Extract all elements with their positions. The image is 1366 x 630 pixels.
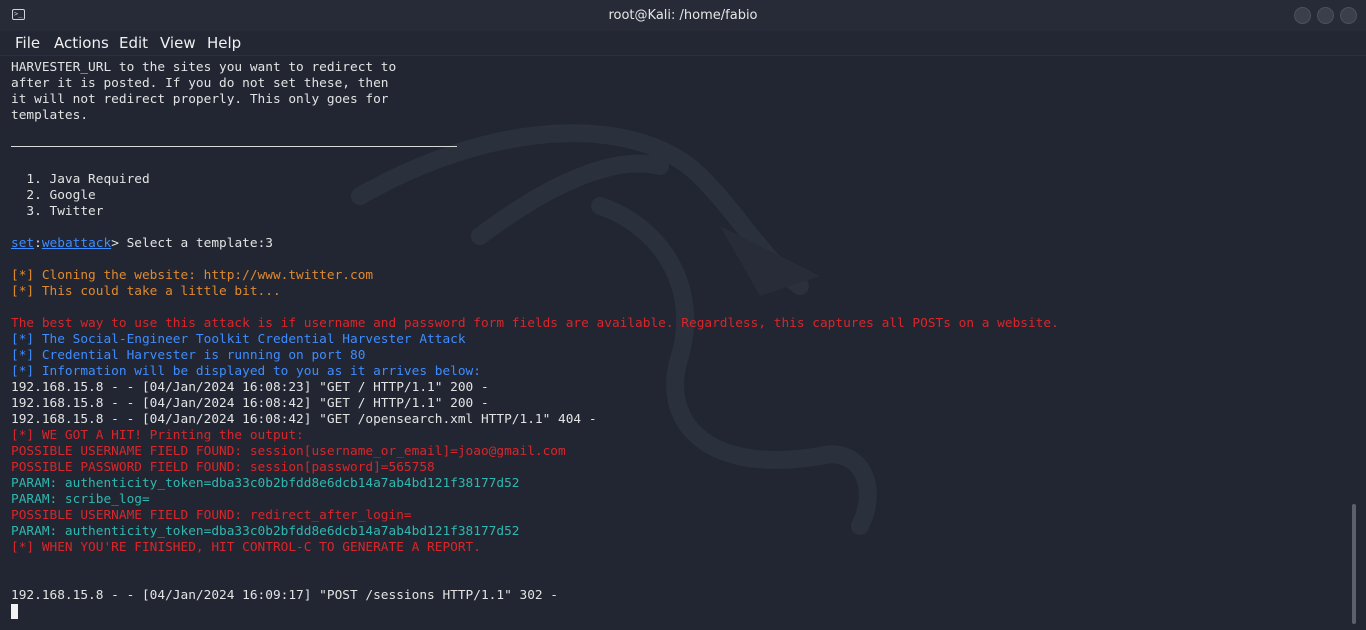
terminal-window: >_ root@Kali: /home/fabio File Actions E… xyxy=(0,0,1366,630)
terminal-line: after it is posted. If you do not set th… xyxy=(11,76,389,91)
set-prompt: set:webattack> Select a template:3 xyxy=(11,236,273,252)
info-line: [*] Credential Harvester is running on p… xyxy=(11,348,366,363)
terminal-output[interactable]: HARVESTER_URL to the sites you want to r… xyxy=(0,56,1366,630)
maximize-button[interactable] xyxy=(1317,7,1334,24)
status-line: [*] This could take a little bit... xyxy=(11,284,281,299)
request-log-line: 192.168.15.8 - - [04/Jan/2024 16:08:42] … xyxy=(11,412,597,427)
terminal-line: HARVESTER_URL to the sites you want to r… xyxy=(11,60,397,75)
prompt-module: webattack xyxy=(41,236,112,251)
request-log-line: 192.168.15.8 - - [04/Jan/2024 16:08:23] … xyxy=(11,380,489,395)
param-line: PARAM: authenticity_token=dba33c0b2bfdd8… xyxy=(11,524,520,539)
menu-option: 1. Java Required xyxy=(11,172,150,187)
title-bar: >_ root@Kali: /home/fabio xyxy=(0,0,1366,31)
terminal-line: it will not redirect properly. This only… xyxy=(11,92,389,107)
menu-file[interactable]: File xyxy=(15,33,40,53)
window-title: root@Kali: /home/fabio xyxy=(608,8,758,23)
menu-option: 3. Twitter xyxy=(11,204,104,219)
param-line: PARAM: scribe_log= xyxy=(11,492,150,507)
username-found-line: POSSIBLE USERNAME FIELD FOUND: session[u… xyxy=(11,444,566,459)
status-line: [*] Cloning the website: http://www.twit… xyxy=(11,268,374,283)
prompt-input: > Select a template:3 xyxy=(111,236,273,251)
prompt-colon: : xyxy=(34,236,42,251)
prompt-set: set xyxy=(11,236,35,251)
close-button[interactable] xyxy=(1340,7,1357,24)
warning-line: The best way to use this attack is if us… xyxy=(11,316,1059,331)
menu-help[interactable]: Help xyxy=(207,33,241,53)
menu-view[interactable]: View xyxy=(160,33,196,53)
divider xyxy=(11,146,457,147)
param-line: PARAM: authenticity_token=dba33c0b2bfdd8… xyxy=(11,476,520,491)
username-found-line: POSSIBLE USERNAME FIELD FOUND: redirect_… xyxy=(11,508,412,523)
password-found-line: POSSIBLE PASSWORD FIELD FOUND: session[p… xyxy=(11,460,435,475)
terminal-line: templates. xyxy=(11,108,89,123)
menu-actions[interactable]: Actions xyxy=(54,33,109,53)
request-log-line: 192.168.15.8 - - [04/Jan/2024 16:09:17] … xyxy=(11,588,559,603)
menu-edit[interactable]: Edit xyxy=(119,33,148,53)
hit-line: [*] WE GOT A HIT! Printing the output: xyxy=(11,428,304,443)
minimize-button[interactable] xyxy=(1294,7,1311,24)
finished-line: [*] WHEN YOU'RE FINISHED, HIT CONTROL-C … xyxy=(11,540,481,555)
text-cursor xyxy=(11,604,18,619)
info-line: [*] Information will be displayed to you… xyxy=(11,364,481,379)
menu-bar: File Actions Edit View Help xyxy=(0,31,1366,56)
info-line: [*] The Social-Engineer Toolkit Credenti… xyxy=(11,332,466,347)
scrollbar[interactable] xyxy=(1352,504,1356,624)
menu-option: 2. Google xyxy=(11,188,96,203)
request-log-line: 192.168.15.8 - - [04/Jan/2024 16:08:42] … xyxy=(11,396,489,411)
